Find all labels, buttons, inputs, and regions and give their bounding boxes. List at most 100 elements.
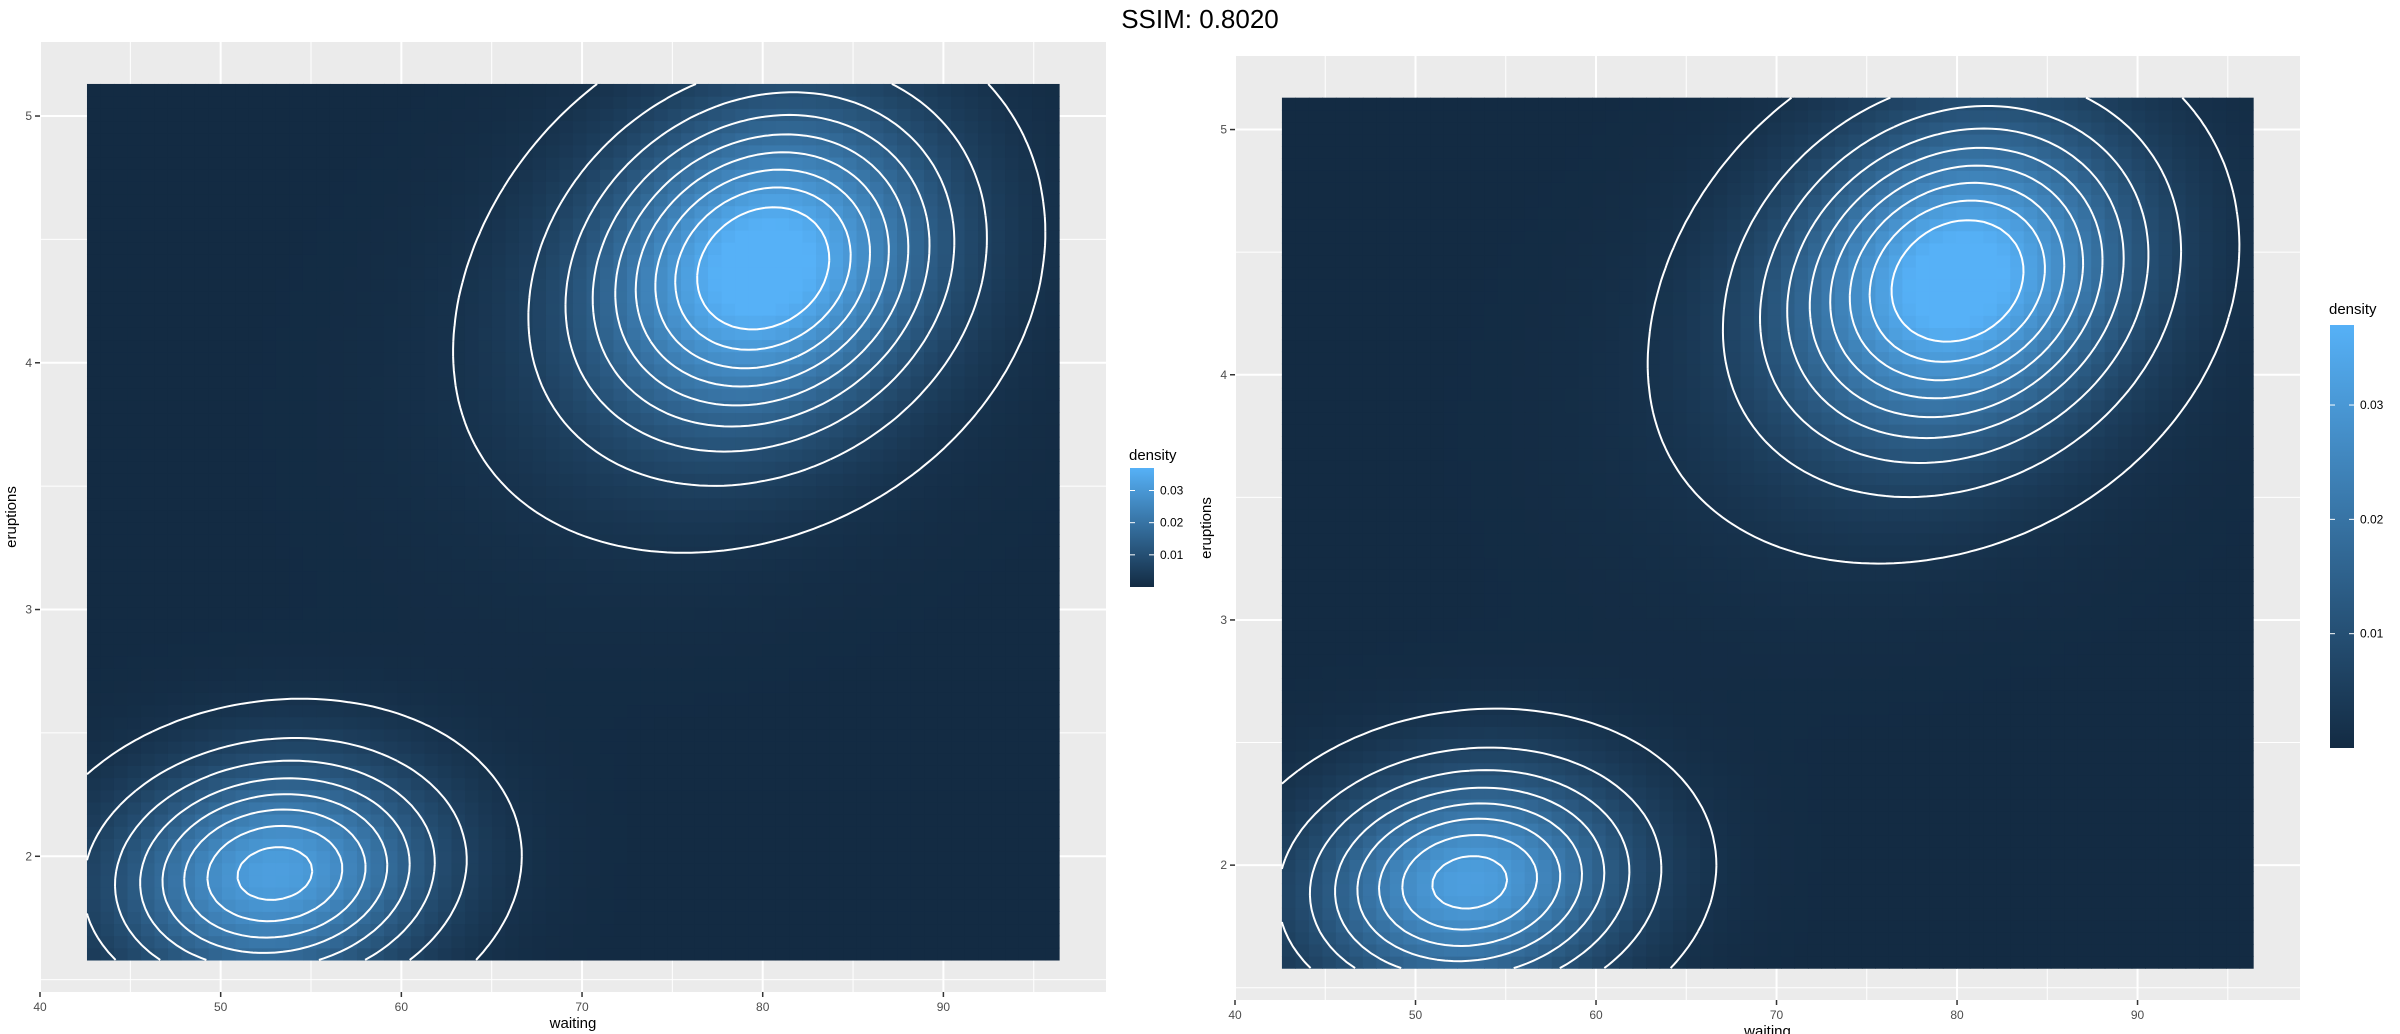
density-cell — [545, 448, 561, 462]
density-cell — [586, 181, 601, 195]
density-cell — [410, 363, 426, 377]
density-cell — [383, 193, 399, 207]
density-cell — [194, 850, 210, 864]
density-cell — [356, 315, 372, 328]
density-cell — [289, 278, 304, 292]
density-cell — [762, 692, 777, 706]
density-cell — [1032, 838, 1047, 852]
density-cell — [167, 947, 183, 961]
density-cell — [640, 886, 655, 900]
density-cell — [181, 205, 196, 219]
density-cell — [154, 278, 169, 292]
density-cell — [1018, 899, 1033, 912]
density-cell — [640, 655, 655, 669]
density-cell — [721, 485, 736, 499]
density-cell — [370, 169, 385, 182]
density-cell — [424, 643, 439, 657]
density-cell — [883, 801, 898, 815]
density-cell — [343, 388, 358, 401]
density-cell — [708, 534, 723, 547]
density-cell — [1032, 132, 1047, 146]
density-cell — [627, 485, 642, 499]
density-cell — [991, 266, 1006, 280]
density-cell — [978, 546, 993, 560]
density-cell — [167, 217, 183, 231]
density-cell — [127, 570, 142, 584]
density-cell — [167, 923, 183, 937]
density-cell — [667, 886, 682, 900]
density-cell — [545, 692, 561, 706]
density-cell — [532, 558, 547, 572]
density-cell — [654, 850, 669, 864]
density-cell — [627, 619, 642, 633]
density-cell — [154, 862, 169, 876]
density-cell — [491, 838, 507, 852]
density-cell — [437, 497, 453, 511]
density-cell — [86, 156, 102, 170]
density-cell — [1005, 594, 1020, 608]
density-cell — [883, 448, 898, 462]
density-cell — [154, 363, 169, 377]
density-cell — [600, 838, 615, 852]
density-cell — [600, 156, 615, 170]
density-cell — [856, 193, 871, 207]
density-cell — [262, 607, 277, 620]
density-cell — [478, 643, 493, 657]
density-cell — [951, 485, 966, 499]
density-cell — [573, 339, 588, 353]
density-cell — [829, 716, 844, 730]
density-cell — [978, 789, 993, 803]
density-cell — [721, 826, 736, 839]
density-cell — [937, 424, 952, 438]
density-cell — [235, 339, 250, 353]
density-cell — [640, 266, 655, 280]
density-cell — [113, 144, 129, 158]
density-cell — [127, 339, 142, 353]
density-cell — [410, 169, 426, 182]
density-cell — [478, 144, 493, 158]
density-cell — [221, 375, 237, 389]
density-cell — [316, 375, 331, 389]
density-cell — [397, 254, 412, 268]
density-cell — [518, 120, 534, 134]
density-cell — [559, 570, 574, 584]
density-cell — [951, 813, 966, 827]
density-cell — [127, 363, 142, 377]
density-cell — [127, 862, 142, 876]
density-cell — [681, 266, 696, 280]
density-cell — [789, 862, 804, 876]
density-cell — [600, 655, 615, 669]
density-cell — [262, 619, 277, 633]
density-cell — [505, 667, 520, 681]
density-cell — [491, 558, 507, 572]
density-cell — [640, 704, 655, 718]
density-cell — [302, 217, 318, 231]
density-cell — [208, 485, 223, 499]
density-cell — [154, 582, 169, 596]
density-cell — [518, 375, 534, 389]
density-cell — [424, 351, 439, 365]
density-cell — [937, 899, 952, 912]
density-cell — [694, 935, 709, 949]
density-cell — [275, 801, 291, 815]
density-cell — [343, 242, 358, 255]
density-cell — [208, 473, 223, 487]
density-cell — [410, 412, 426, 426]
density-cell — [667, 801, 682, 815]
density-cell — [275, 497, 291, 511]
density-cell — [127, 351, 142, 365]
density-cell — [1032, 400, 1047, 414]
density-cell — [937, 886, 952, 900]
density-cell — [600, 436, 615, 450]
density-cell — [248, 643, 264, 657]
density-cell — [897, 607, 912, 620]
density-cell — [600, 546, 615, 560]
density-cell — [735, 862, 750, 876]
density-cell — [978, 229, 993, 243]
density-cell — [802, 947, 817, 961]
density-cell — [437, 132, 453, 146]
density-cell — [262, 692, 277, 706]
density-cell — [937, 765, 952, 779]
density-cell — [397, 473, 412, 487]
density-cell — [721, 704, 736, 718]
